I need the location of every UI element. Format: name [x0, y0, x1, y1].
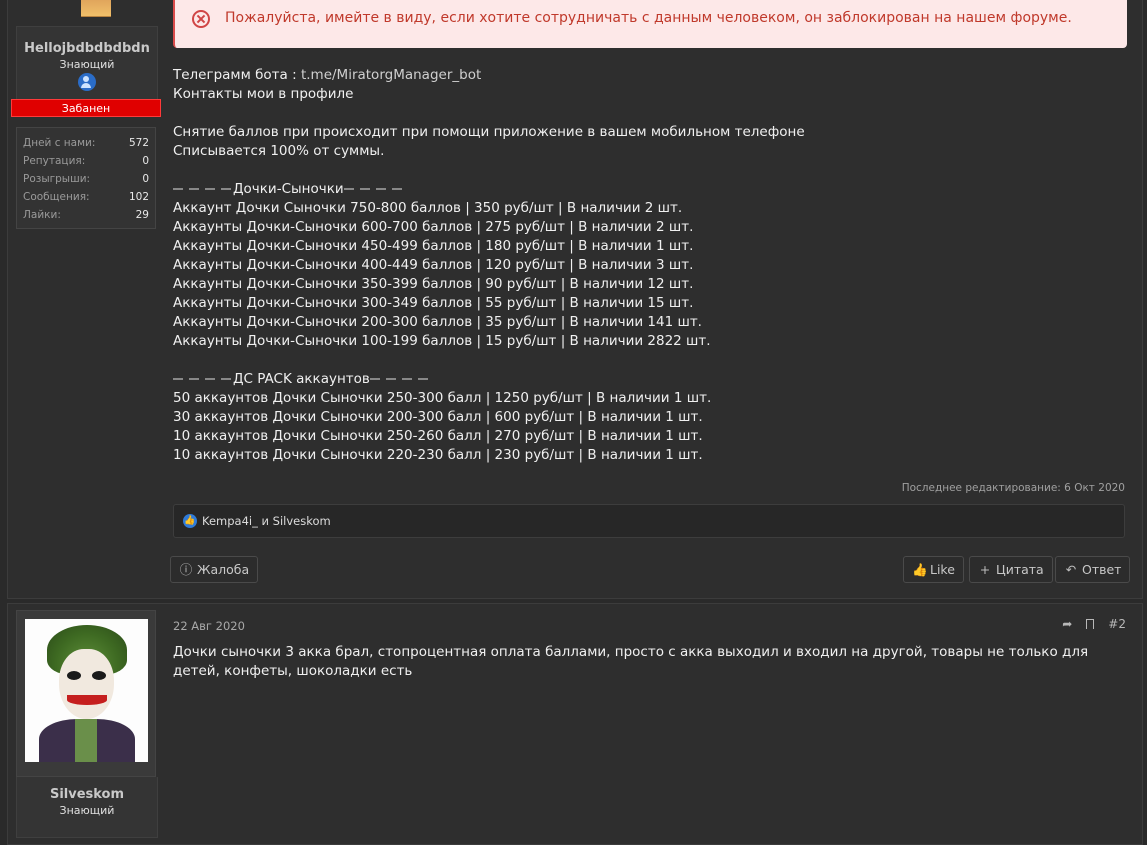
avatar[interactable] — [16, 610, 156, 777]
offer-line: Аккаунты Дочки-Сыночки 600-700 баллов | … — [173, 219, 694, 235]
stat-value: 0 — [142, 155, 149, 167]
stat-value: 572 — [128, 137, 149, 149]
user-stats: Дней с нами: 572 Репутация: 0 Розыгрыши: 0 Соо… — [16, 127, 156, 229]
stat-label: Сообщения: — [23, 191, 90, 203]
bookmark-icon[interactable] — [1086, 619, 1095, 629]
divider — [173, 188, 233, 190]
post-body: Телеграмм бота : t.me/MiratorgManager_bo… — [173, 66, 805, 465]
post-body: Дочки сыночки 3 акка брал, стопроцентная… — [173, 644, 1089, 679]
plus-icon: + — [979, 562, 991, 577]
post-number[interactable]: #2 — [1108, 617, 1126, 631]
avatar[interactable] — [81, 0, 111, 17]
section-title: ДС PACK аккаунтов — [233, 371, 370, 387]
body-line: Списывается 100% от суммы. — [173, 143, 385, 159]
notice-text: Пожалуйста, имейте в виду, если хотите с… — [225, 10, 1072, 26]
report-button[interactable]: ⓘ Жалоба — [170, 556, 259, 583]
body-line: Контакты мои в профиле — [173, 86, 354, 102]
like-label: Like — [930, 562, 955, 577]
user-title: Знающий — [59, 804, 115, 817]
offer-line: 30 аккаунтов Дочки Сыночки 200-300 балл … — [173, 409, 703, 425]
divider — [343, 188, 404, 190]
reply-icon: ↶ — [1065, 562, 1077, 577]
offer-line: 10 аккаунтов Дочки Сыночки 250-260 балл … — [173, 428, 703, 444]
divider — [369, 378, 430, 380]
joker-avatar-image — [25, 619, 148, 762]
error-circle-icon — [192, 10, 210, 28]
offer-line: Аккаунты Дочки-Сыночки 350-399 баллов | … — [173, 276, 694, 292]
like-button[interactable]: 👍 Like — [903, 556, 964, 583]
stat-label: Дней с нами: — [23, 137, 96, 149]
offer-line: Аккаунт Дочки Сыночки 750-800 баллов | 3… — [173, 200, 683, 216]
quote-label: Цитата — [996, 562, 1044, 577]
offer-line: Аккаунты Дочки-Сыночки 300-349 баллов | … — [173, 295, 694, 311]
user-badge-icon — [78, 73, 96, 91]
bot-label: Телеграмм бота : — [173, 67, 297, 83]
reactions-users[interactable]: Kempa4i_ и Silveskom — [202, 514, 331, 528]
like-reaction-icon: 👍 — [183, 514, 197, 528]
offer-line: 10 аккаунтов Дочки Сыночки 220-230 балл … — [173, 447, 703, 463]
banned-badge: Забанен — [11, 99, 161, 117]
post-2 — [7, 603, 1143, 845]
stat-value: 29 — [135, 209, 149, 221]
bot-link[interactable]: t.me/MiratorgManager_bot — [301, 67, 481, 83]
thumbs-up-icon: 👍 — [912, 562, 928, 577]
stat-row: Дней с нами: 572 — [23, 134, 149, 152]
username[interactable]: Silveskom — [17, 787, 157, 802]
offer-line: Аккаунты Дочки-Сыночки 400-449 баллов | … — [173, 257, 694, 273]
ban-notice: Пожалуйста, имейте в виду, если хотите с… — [173, 0, 1127, 48]
post-date[interactable]: 22 Авг 2020 — [173, 619, 245, 633]
last-edited: Последнее редактирование: 6 Окт 2020 — [901, 482, 1125, 494]
stat-row: Лайки: 29 — [23, 206, 149, 224]
user-title: Знающий — [59, 58, 115, 71]
offer-line: Аккаунты Дочки-Сыночки 200-300 баллов | … — [173, 314, 702, 330]
body-line: Снятие баллов при происходит при помощи … — [173, 124, 805, 140]
offer-line: 50 аккаунтов Дочки Сыночки 250-300 балл … — [173, 390, 712, 406]
stat-label: Лайки: — [23, 209, 61, 221]
post-tools: ➦ #2 — [1062, 617, 1126, 631]
quote-button[interactable]: + Цитата — [969, 556, 1053, 583]
section-title: Дочки-Сыночки — [233, 181, 344, 197]
share-icon[interactable]: ➦ — [1062, 617, 1072, 631]
stat-row: Сообщения: 102 — [23, 188, 149, 206]
report-label: Жалоба — [197, 562, 250, 577]
offer-line: Аккаунты Дочки-Сыночки 450-499 баллов | … — [173, 238, 694, 254]
stat-value: 102 — [128, 191, 149, 203]
info-icon: ⓘ — [179, 562, 193, 577]
divider — [173, 378, 233, 380]
reactions-bar[interactable]: 👍 Kempa4i_ и Silveskom — [173, 504, 1125, 538]
stat-label: Репутация: — [23, 155, 86, 167]
username[interactable]: Hellojbdbdbdbdn — [17, 41, 157, 56]
reply-label: Ответ — [1082, 562, 1122, 577]
stat-value: 0 — [142, 173, 149, 185]
stat-row: Репутация: 0 — [23, 152, 149, 170]
stat-label: Розыгрыши: — [23, 173, 91, 185]
reply-button[interactable]: ↶ Ответ — [1055, 556, 1131, 583]
stat-row: Розыгрыши: 0 — [23, 170, 149, 188]
user-info: Silveskom Знающий — [16, 777, 158, 838]
offer-line: Аккаунты Дочки-Сыночки 100-199 баллов | … — [173, 333, 711, 349]
